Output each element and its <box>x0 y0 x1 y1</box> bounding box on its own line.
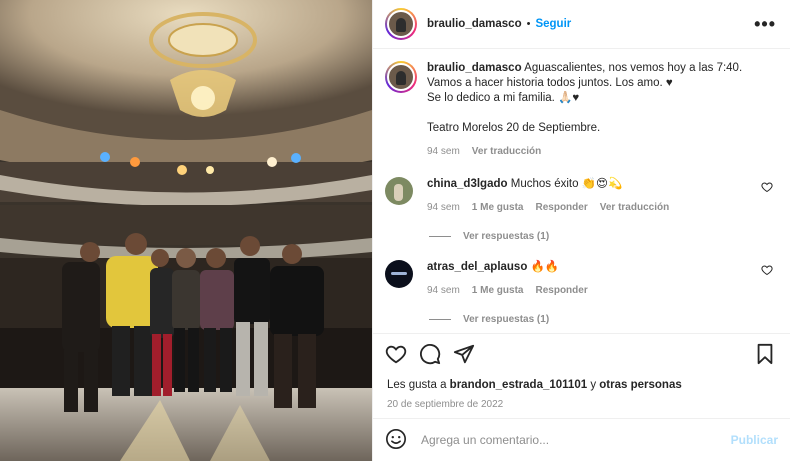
view-replies-button[interactable]: Ver respuestas (1) <box>429 314 776 325</box>
instagram-post: braulio_damasco • Seguir ••• braulio_dam… <box>0 0 790 461</box>
view-replies-label: Ver respuestas (1) <box>463 231 550 242</box>
bookmark-icon[interactable] <box>754 343 778 367</box>
comment-input[interactable] <box>421 433 731 447</box>
comments-section: braulio_damasco Aguascalientes, nos vemo… <box>373 49 790 333</box>
likes-others-link[interactable]: otras personas <box>599 379 681 391</box>
replies-divider <box>429 236 451 237</box>
post-caption: braulio_damasco Aguascalientes, nos vemo… <box>385 61 776 159</box>
commenter-username[interactable]: atras_del_aplauso <box>427 261 527 273</box>
heart-outline-icon[interactable] <box>385 343 409 367</box>
post-actions-bar <box>373 333 790 375</box>
caption-line-4: Teatro Morelos 20 de Septiembre. <box>427 122 601 134</box>
comment-reply-button[interactable]: Responder <box>535 283 587 298</box>
post-photo[interactable] <box>0 0 372 461</box>
caption-line-3: Se lo dedico a mi familia. 🙏🏻♥ <box>427 92 580 104</box>
author-avatar[interactable] <box>385 8 417 40</box>
likes-prefix: Les gusta a <box>387 379 447 391</box>
caption-translate-link[interactable]: Ver traducción <box>472 144 541 159</box>
likes-user-link[interactable]: brandon_estrada_101101 <box>450 379 587 391</box>
more-options-icon[interactable]: ••• <box>754 15 776 33</box>
author-username[interactable]: braulio_damasco <box>427 18 522 30</box>
caption-body: braulio_damasco Aguascalientes, nos vemo… <box>427 61 742 159</box>
paper-plane-icon[interactable] <box>453 343 477 367</box>
comment-like-heart-icon[interactable] <box>758 181 776 196</box>
caption-avatar[interactable] <box>385 61 417 93</box>
comment-bubble-icon[interactable] <box>419 343 443 367</box>
comment-meta: 94 sem 1 Me gusta Responder Ver traducci… <box>427 200 758 215</box>
caption-time: 94 sem <box>427 146 460 157</box>
commenter-avatar[interactable] <box>385 260 413 288</box>
caption-line-2: Vamos a hacer historia todos juntos. Los… <box>427 77 673 89</box>
replies-divider <box>429 319 451 320</box>
commenter-username[interactable]: china_d3lgado <box>427 178 508 190</box>
likes-middle: y <box>590 379 597 391</box>
caption-meta: 94 sem Ver traducción <box>427 144 742 159</box>
theater-photo-illustration <box>0 0 372 461</box>
add-comment-bar: Publicar <box>373 418 790 461</box>
post-date: 20 de septiembre de 2022 <box>387 399 504 410</box>
smiley-icon[interactable] <box>385 428 407 453</box>
commenter-avatar[interactable] <box>385 177 413 205</box>
comment-likes-link[interactable]: 1 Me gusta <box>472 200 524 215</box>
comment-meta: 94 sem 1 Me gusta Responder <box>427 283 758 298</box>
comment-time: 94 sem <box>427 202 460 213</box>
comment-item: china_d3lgado Muchos éxito 👏😍💫 94 sem 1 … <box>385 177 776 215</box>
follow-button[interactable]: Seguir <box>535 18 571 30</box>
comment-time: 94 sem <box>427 285 460 296</box>
comment-text: Muchos éxito 👏😍💫 <box>510 178 623 190</box>
post-side-panel: braulio_damasco • Seguir ••• braulio_dam… <box>372 0 790 461</box>
comment-likes-link[interactable]: 1 Me gusta <box>472 283 524 298</box>
comment-like-heart-icon[interactable] <box>758 264 776 279</box>
comment-body: china_d3lgado Muchos éxito 👏😍💫 94 sem 1 … <box>427 177 758 215</box>
separator-dot: • <box>526 18 531 30</box>
post-header: braulio_damasco • Seguir ••• <box>373 0 790 49</box>
caption-username[interactable]: braulio_damasco <box>427 62 522 74</box>
comment-translate-link[interactable]: Ver traducción <box>600 200 669 215</box>
comment-text: 🔥🔥 <box>530 261 560 273</box>
caption-line-1: Aguascalientes, nos vemos hoy a las 7:40… <box>524 62 743 74</box>
comment-body: atras_del_aplauso 🔥🔥 94 sem 1 Me gusta R… <box>427 260 758 298</box>
publish-button[interactable]: Publicar <box>731 433 778 447</box>
likes-summary: Les gusta a brandon_estrada_101101 y otr… <box>373 375 790 391</box>
view-replies-label: Ver respuestas (1) <box>463 314 550 325</box>
comment-item: atras_del_aplauso 🔥🔥 94 sem 1 Me gusta R… <box>385 260 776 298</box>
view-replies-button[interactable]: Ver respuestas (1) <box>429 231 776 242</box>
comment-reply-button[interactable]: Responder <box>535 200 587 215</box>
